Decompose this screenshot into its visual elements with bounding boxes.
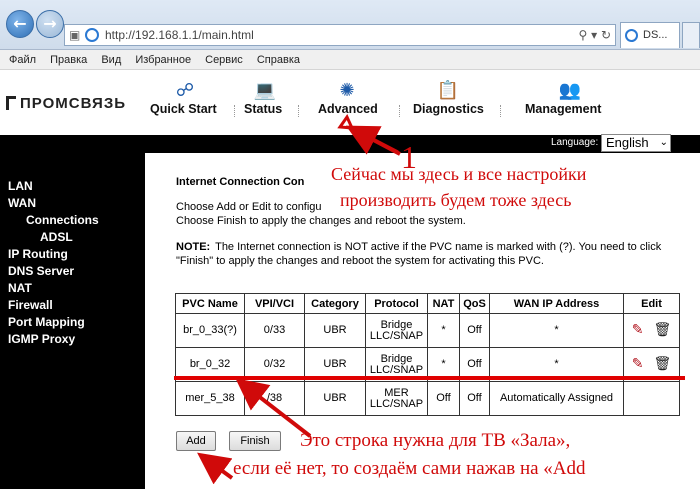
annotation-top-line-1: Сейчас мы здесь и все настройки [331, 164, 587, 184]
annotation-bottom-line-2: если её нет, то создаём сами нажав на «A… [233, 458, 586, 479]
annotation-arrows [197, 113, 401, 485]
arrow-to-advanced [337, 113, 401, 156]
annotation-bottom-line-1: Это строка нужна для ТВ «Зала», [300, 430, 571, 451]
arrow-to-add [197, 452, 234, 485]
arrow-to-row [235, 378, 312, 438]
annotation-top-line-2: производить будем тоже здесь [340, 190, 572, 210]
